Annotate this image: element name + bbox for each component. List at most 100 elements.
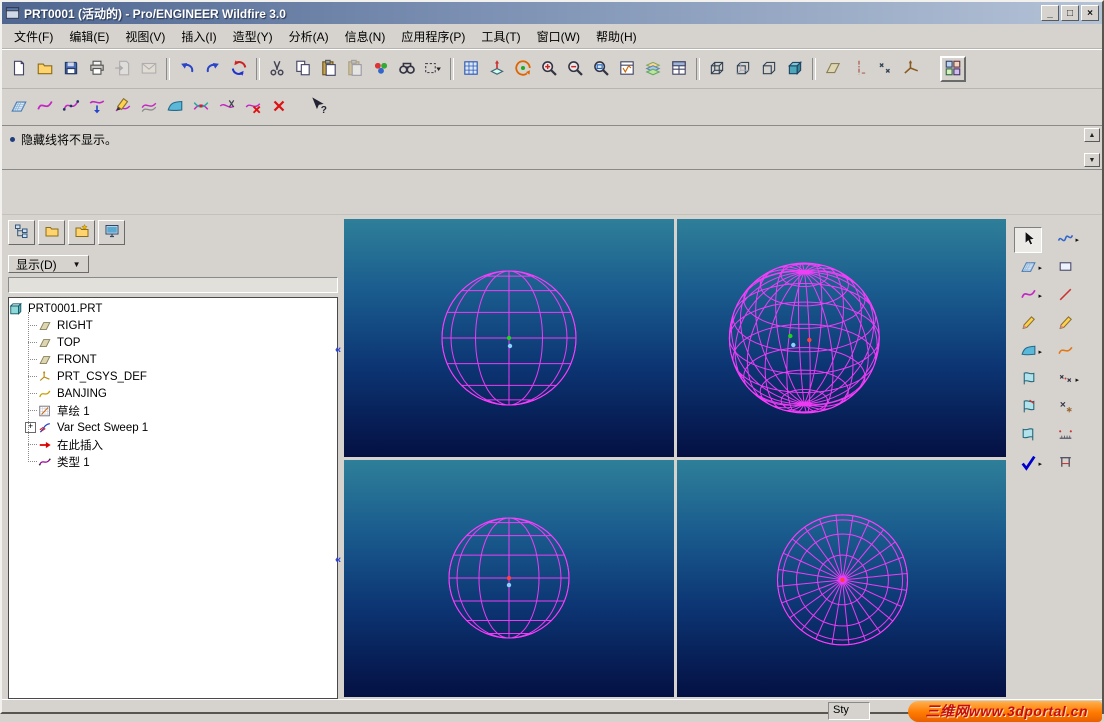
show-menu-button[interactable]: 显示(D) ▼ — [8, 255, 89, 273]
find-button[interactable] — [394, 56, 420, 82]
paste-special-button[interactable] — [342, 56, 368, 82]
collapse-panel-icon[interactable]: « — [335, 555, 341, 566]
style-offset-curve-button[interactable] — [136, 94, 162, 120]
hidden-line-display-button[interactable] — [730, 56, 756, 82]
close-button[interactable]: × — [1081, 5, 1099, 21]
model-tree-tab[interactable] — [8, 220, 35, 245]
appearance-button[interactable] — [368, 56, 394, 82]
menu-item-window[interactable]: 窗口(W) — [529, 25, 588, 48]
menu-item-tools[interactable]: 工具(T) — [473, 25, 528, 48]
select-items-button[interactable] — [1014, 227, 1042, 253]
style-trim-button[interactable] — [214, 94, 240, 120]
message-scroll-down-icon[interactable]: ▼ — [1084, 153, 1100, 167]
save-button[interactable] — [58, 56, 84, 82]
regenerate-button[interactable] — [226, 56, 252, 82]
tree-item-banjing[interactable]: BANJING — [9, 385, 337, 402]
viewport-top-left[interactable] — [344, 219, 674, 457]
menu-item-insert[interactable]: 插入(I) — [173, 25, 224, 48]
view-manager-button[interactable] — [666, 56, 692, 82]
rectangle-tool-button[interactable] — [1051, 255, 1079, 281]
style-delete-curve-button[interactable] — [240, 94, 266, 120]
menu-item-file[interactable]: 文件(F) — [6, 25, 61, 48]
viewport-bottom-right[interactable] — [677, 460, 1006, 697]
send-mail-button[interactable] — [136, 56, 162, 82]
tree-item-csys[interactable]: PRT_CSYS_DEF — [9, 368, 337, 385]
expand-toggle-icon[interactable]: + — [25, 422, 36, 433]
folder-browser-tab[interactable] — [38, 220, 65, 245]
delete-tool-button[interactable] — [1051, 395, 1079, 421]
maximize-button[interactable]: □ — [1061, 5, 1079, 21]
menu-item-applications[interactable]: 应用程序(P) — [393, 25, 473, 48]
new-file-button[interactable] — [6, 56, 32, 82]
cut-button[interactable] — [264, 56, 290, 82]
zoom-in-button[interactable] — [536, 56, 562, 82]
wireframe-display-button[interactable] — [704, 56, 730, 82]
paste-button[interactable] — [316, 56, 342, 82]
tree-item-var-sect-sweep-1[interactable]: + Var Sect Sweep 1 — [9, 419, 337, 436]
selection-filter-button[interactable] — [420, 56, 446, 82]
viewport-top-right[interactable] — [677, 219, 1006, 457]
datum-points-toggle-button[interactable] — [872, 56, 898, 82]
tree-item-root[interactable]: PRT0001.PRT — [9, 300, 337, 317]
connections-tab[interactable] — [98, 220, 125, 245]
menu-item-view[interactable]: 视图(V) — [117, 25, 173, 48]
active-plane-flyout-button[interactable]: ▸ — [1014, 255, 1042, 281]
curve-tool-button[interactable]: ▸ — [1051, 227, 1079, 253]
line-tool-button[interactable] — [1051, 283, 1079, 309]
viewport-bottom-left[interactable] — [344, 460, 674, 697]
favorites-tab[interactable] — [68, 220, 95, 245]
refit-button[interactable] — [588, 56, 614, 82]
sketch-tool-button[interactable] — [1051, 311, 1079, 337]
copy-from-button[interactable] — [110, 56, 136, 82]
curve-flyout-button[interactable]: ▸ — [1014, 283, 1042, 309]
print-button[interactable] — [84, 56, 110, 82]
style-abort-button[interactable] — [266, 94, 292, 120]
copy-button[interactable] — [290, 56, 316, 82]
dimension-tool-button[interactable] — [1051, 423, 1079, 449]
menu-item-help[interactable]: 帮助(H) — [588, 25, 645, 48]
style-curve-points-button[interactable] — [58, 94, 84, 120]
measure-tool-button[interactable] — [1051, 451, 1079, 477]
menu-item-styling[interactable]: 造型(Y) — [225, 25, 281, 48]
undo-button[interactable] — [174, 56, 200, 82]
open-file-button[interactable] — [32, 56, 58, 82]
tree-item-insert-here[interactable]: 在此插入 — [9, 436, 337, 453]
tree-item-right-plane[interactable]: RIGHT — [9, 317, 337, 334]
surface-flyout-button[interactable]: ▸ — [1014, 339, 1042, 365]
navigator-toggle-button[interactable] — [940, 56, 966, 82]
tree-filter-bar[interactable] — [8, 277, 338, 293]
menu-item-info[interactable]: 信息(N) — [337, 25, 394, 48]
menu-item-analysis[interactable]: 分析(A) — [281, 25, 337, 48]
style-edit-curve-button[interactable] — [110, 94, 136, 120]
saved-views-button[interactable] — [614, 56, 640, 82]
no-hidden-display-button[interactable] — [756, 56, 782, 82]
point-tool-button[interactable]: ▸ — [1051, 367, 1079, 393]
spin-center-button[interactable] — [510, 56, 536, 82]
message-scroll-up-icon[interactable]: ▲ — [1084, 128, 1100, 142]
collapse-panel-icon[interactable]: « — [335, 345, 341, 356]
tree-item-sketch-1[interactable]: 草绘 1 — [9, 402, 337, 419]
tree-item-style-1[interactable]: 类型 1 — [9, 453, 337, 470]
edit-curve-button[interactable] — [1014, 311, 1042, 337]
arc-tool-button[interactable] — [1051, 339, 1079, 365]
layers-button[interactable] — [640, 56, 666, 82]
style-connect-button[interactable] — [188, 94, 214, 120]
context-help-button[interactable]: ? — [306, 94, 332, 120]
style-surface-button[interactable] — [162, 94, 188, 120]
style-curve-button[interactable] — [32, 94, 58, 120]
surface-connect-button[interactable] — [1014, 395, 1042, 421]
style-drop-curve-button[interactable] — [84, 94, 110, 120]
minimize-button[interactable]: _ — [1041, 5, 1059, 21]
csys-toggle-button[interactable] — [898, 56, 924, 82]
surface-edit-button[interactable] — [1014, 367, 1042, 393]
menu-item-edit[interactable]: 编辑(E) — [61, 25, 117, 48]
orient-mode-button[interactable] — [484, 56, 510, 82]
surface-trim-button[interactable] — [1014, 423, 1042, 449]
shaded-display-button[interactable] — [782, 56, 808, 82]
tree-item-top-plane[interactable]: TOP — [9, 334, 337, 351]
tree-item-front-plane[interactable]: FRONT — [9, 351, 337, 368]
repaint-button[interactable] — [458, 56, 484, 82]
redo-button[interactable] — [200, 56, 226, 82]
done-button[interactable]: ▸ — [1014, 451, 1042, 477]
datum-planes-toggle-button[interactable] — [820, 56, 846, 82]
